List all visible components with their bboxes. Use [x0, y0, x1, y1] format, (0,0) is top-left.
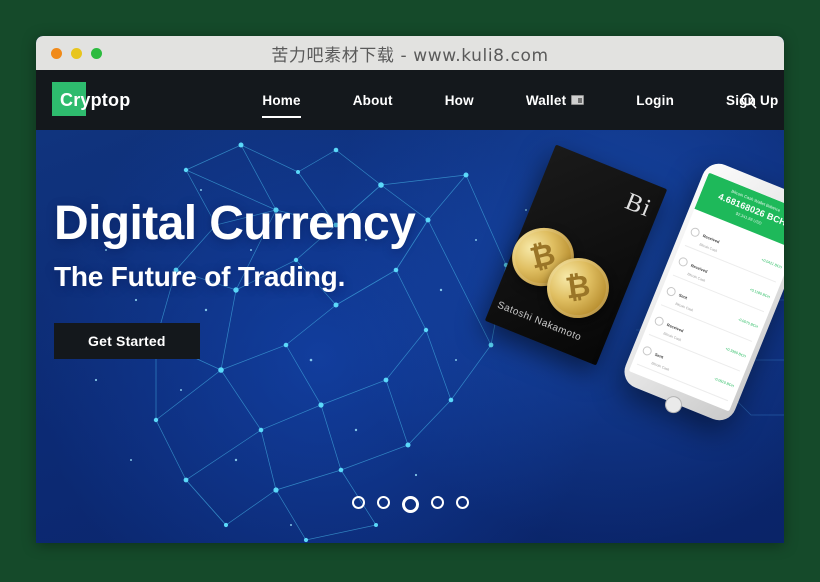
- hero-subtitle: The Future of Trading.: [54, 260, 346, 292]
- transaction-title: Sent: [678, 292, 689, 301]
- transaction-amount: +0.0421 BCH: [760, 257, 783, 270]
- close-button[interactable]: [51, 47, 62, 59]
- transaction-title: Received: [666, 322, 685, 334]
- search-icon: [740, 92, 756, 108]
- zoom-button[interactable]: [91, 47, 102, 59]
- hero-title: Digital Currency: [54, 197, 416, 250]
- nav-item-home-label: Home: [262, 92, 301, 108]
- transaction-icon: [665, 285, 678, 298]
- transaction-amount: +0.3300 BCH: [725, 346, 747, 359]
- transaction-sub: Bitcoin Cash: [650, 361, 670, 372]
- nav-item-wallet-label: Wallet: [525, 92, 567, 108]
- minimize-button[interactable]: [71, 47, 82, 59]
- transaction-title: Received: [690, 262, 709, 274]
- nav-item-login-label: Login: [636, 92, 675, 108]
- nav-item-home[interactable]: Home: [262, 89, 302, 118]
- hero-section: Digital Currency The Future of Trading. …: [36, 130, 784, 543]
- site-logo[interactable]: Cryptop: [52, 82, 136, 118]
- nav-item-how-label: How: [444, 92, 474, 108]
- carousel-dot-2[interactable]: [376, 496, 390, 509]
- transaction-title: Sent: [654, 351, 665, 360]
- browser-window: 苦力吧素材下载 - www.kuli8.com Cryptop Home Abo…: [36, 36, 784, 543]
- search-button[interactable]: [736, 88, 760, 112]
- transaction-icon: [689, 226, 702, 239]
- carousel-dots: [36, 496, 784, 513]
- window-title-bar: 苦力吧素材下载 - www.kuli8.com: [36, 36, 784, 70]
- carousel-dot-1[interactable]: [351, 496, 365, 509]
- transaction-amount: -0.0910 BCH: [713, 376, 735, 388]
- transaction-icon: [677, 256, 690, 268]
- phone-home-button: [662, 393, 685, 416]
- transaction-list: Received Bitcoin Cash +0.0421 BCH Receiv…: [630, 209, 784, 409]
- transaction-icon: [641, 345, 654, 357]
- nav-item-about[interactable]: About: [353, 89, 393, 112]
- nav-item-how[interactable]: How: [445, 89, 474, 112]
- transaction-icon: [653, 315, 666, 328]
- transaction-amount: +0.1180 BCH: [749, 287, 771, 299]
- carousel-dot-3[interactable]: [401, 496, 419, 513]
- wallet-icon: [571, 95, 585, 105]
- book-title: Bi: [621, 187, 656, 223]
- get-started-button[interactable]: Get Started: [54, 322, 200, 359]
- nav-item-about-label: About: [352, 92, 393, 108]
- carousel-dot-4[interactable]: [430, 496, 444, 509]
- site-navbar: Cryptop Home About How Wallet Login Sign…: [36, 70, 784, 130]
- nav-item-login[interactable]: Login: [636, 89, 674, 112]
- carousel-dot-5[interactable]: [455, 496, 469, 509]
- window-controls: [51, 47, 102, 59]
- window-title: 苦力吧素材下载 - www.kuli8.com: [271, 45, 549, 66]
- nav-item-wallet[interactable]: Wallet: [525, 89, 585, 112]
- transaction-amount: -0.0075 BCH: [737, 316, 759, 329]
- logo-text: Cryptop: [60, 90, 131, 110]
- nav-links: Home About How Wallet Login Sign Up: [236, 89, 784, 118]
- hero-content: Digital Currency The Future of Trading. …: [54, 197, 416, 359]
- transaction-title: Received: [702, 233, 721, 245]
- hero-product-image: Bi Satoshi Nakamoto ₿ ₿ Bitcoin Cash Wal…: [484, 144, 784, 480]
